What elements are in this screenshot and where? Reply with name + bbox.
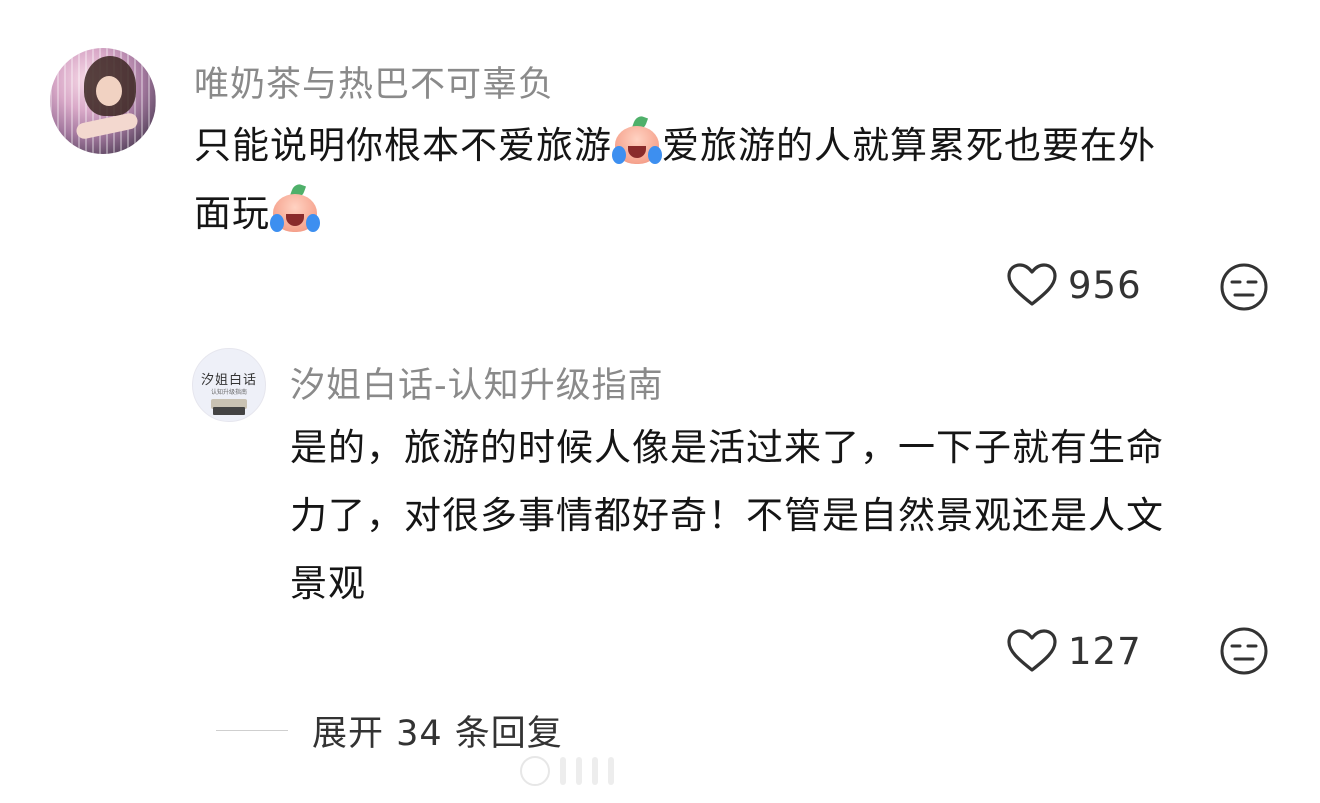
comment-text-part1: 只能说明你根本不爱旅游: [194, 124, 612, 167]
reply-text-line1: 是的，旅游的时候人像是活过来了，一下子就有生命: [290, 426, 1164, 469]
dislike-button[interactable]: [1219, 626, 1269, 676]
avatar-logo-subtext: 认知升级指南: [210, 389, 247, 396]
heart-outline-icon: [1007, 629, 1057, 672]
comment-username[interactable]: 唯奶茶与热巴不可辜负: [194, 56, 554, 107]
like-button[interactable]: 956: [1006, 262, 1142, 308]
reply-actions: 127: [1006, 628, 1142, 674]
like-count: 127: [1068, 629, 1142, 673]
avatar-face: [96, 76, 122, 106]
watermark-bar: [592, 757, 598, 785]
reply-text-line2: 力了，对很多事情都好奇！不管是自然景观还是人文: [290, 494, 1164, 537]
comment-text-part3: 面玩: [194, 192, 270, 235]
heart-outline-icon: [1007, 263, 1057, 306]
watermark: [520, 752, 800, 790]
reply-text: 是的，旅游的时候人像是活过来了，一下子就有生命 力了，对很多事情都好奇！不管是自…: [290, 414, 1164, 618]
reply-avatar[interactable]: 汐姐白话 认知升级指南: [192, 348, 266, 422]
comment-text-part2: 爱旅游的人就算累死也要在外: [662, 124, 1156, 167]
like-button[interactable]: 127: [1006, 628, 1142, 674]
comment-text: 只能说明你根本不爱旅游 爱旅游的人就算累死也要在外 面玩: [194, 112, 1156, 248]
comment-actions: 956: [1006, 262, 1142, 308]
avatar-laptop: [213, 407, 245, 415]
watermark-bar: [560, 757, 566, 785]
watermark-bar: [608, 757, 614, 785]
meh-face-icon: [1220, 263, 1268, 311]
reply-username[interactable]: 汐姐白话-认知升级指南: [290, 357, 664, 408]
divider-line: [216, 730, 288, 731]
like-count: 956: [1068, 263, 1142, 307]
reply-text-line3: 景观: [290, 562, 366, 605]
watermark-icon: [520, 756, 550, 786]
avatar-logo-text: 汐姐白话: [200, 373, 257, 388]
crying-emoji-icon: [270, 182, 320, 234]
expand-replies-label[interactable]: 展开 34 条回复: [312, 705, 563, 756]
dislike-button[interactable]: [1219, 262, 1269, 312]
meh-face-icon: [1220, 627, 1268, 675]
crying-emoji-icon: [612, 114, 662, 166]
avatar[interactable]: [50, 48, 156, 154]
watermark-bar: [576, 757, 582, 785]
expand-replies[interactable]: 展开 34 条回复: [216, 705, 563, 756]
